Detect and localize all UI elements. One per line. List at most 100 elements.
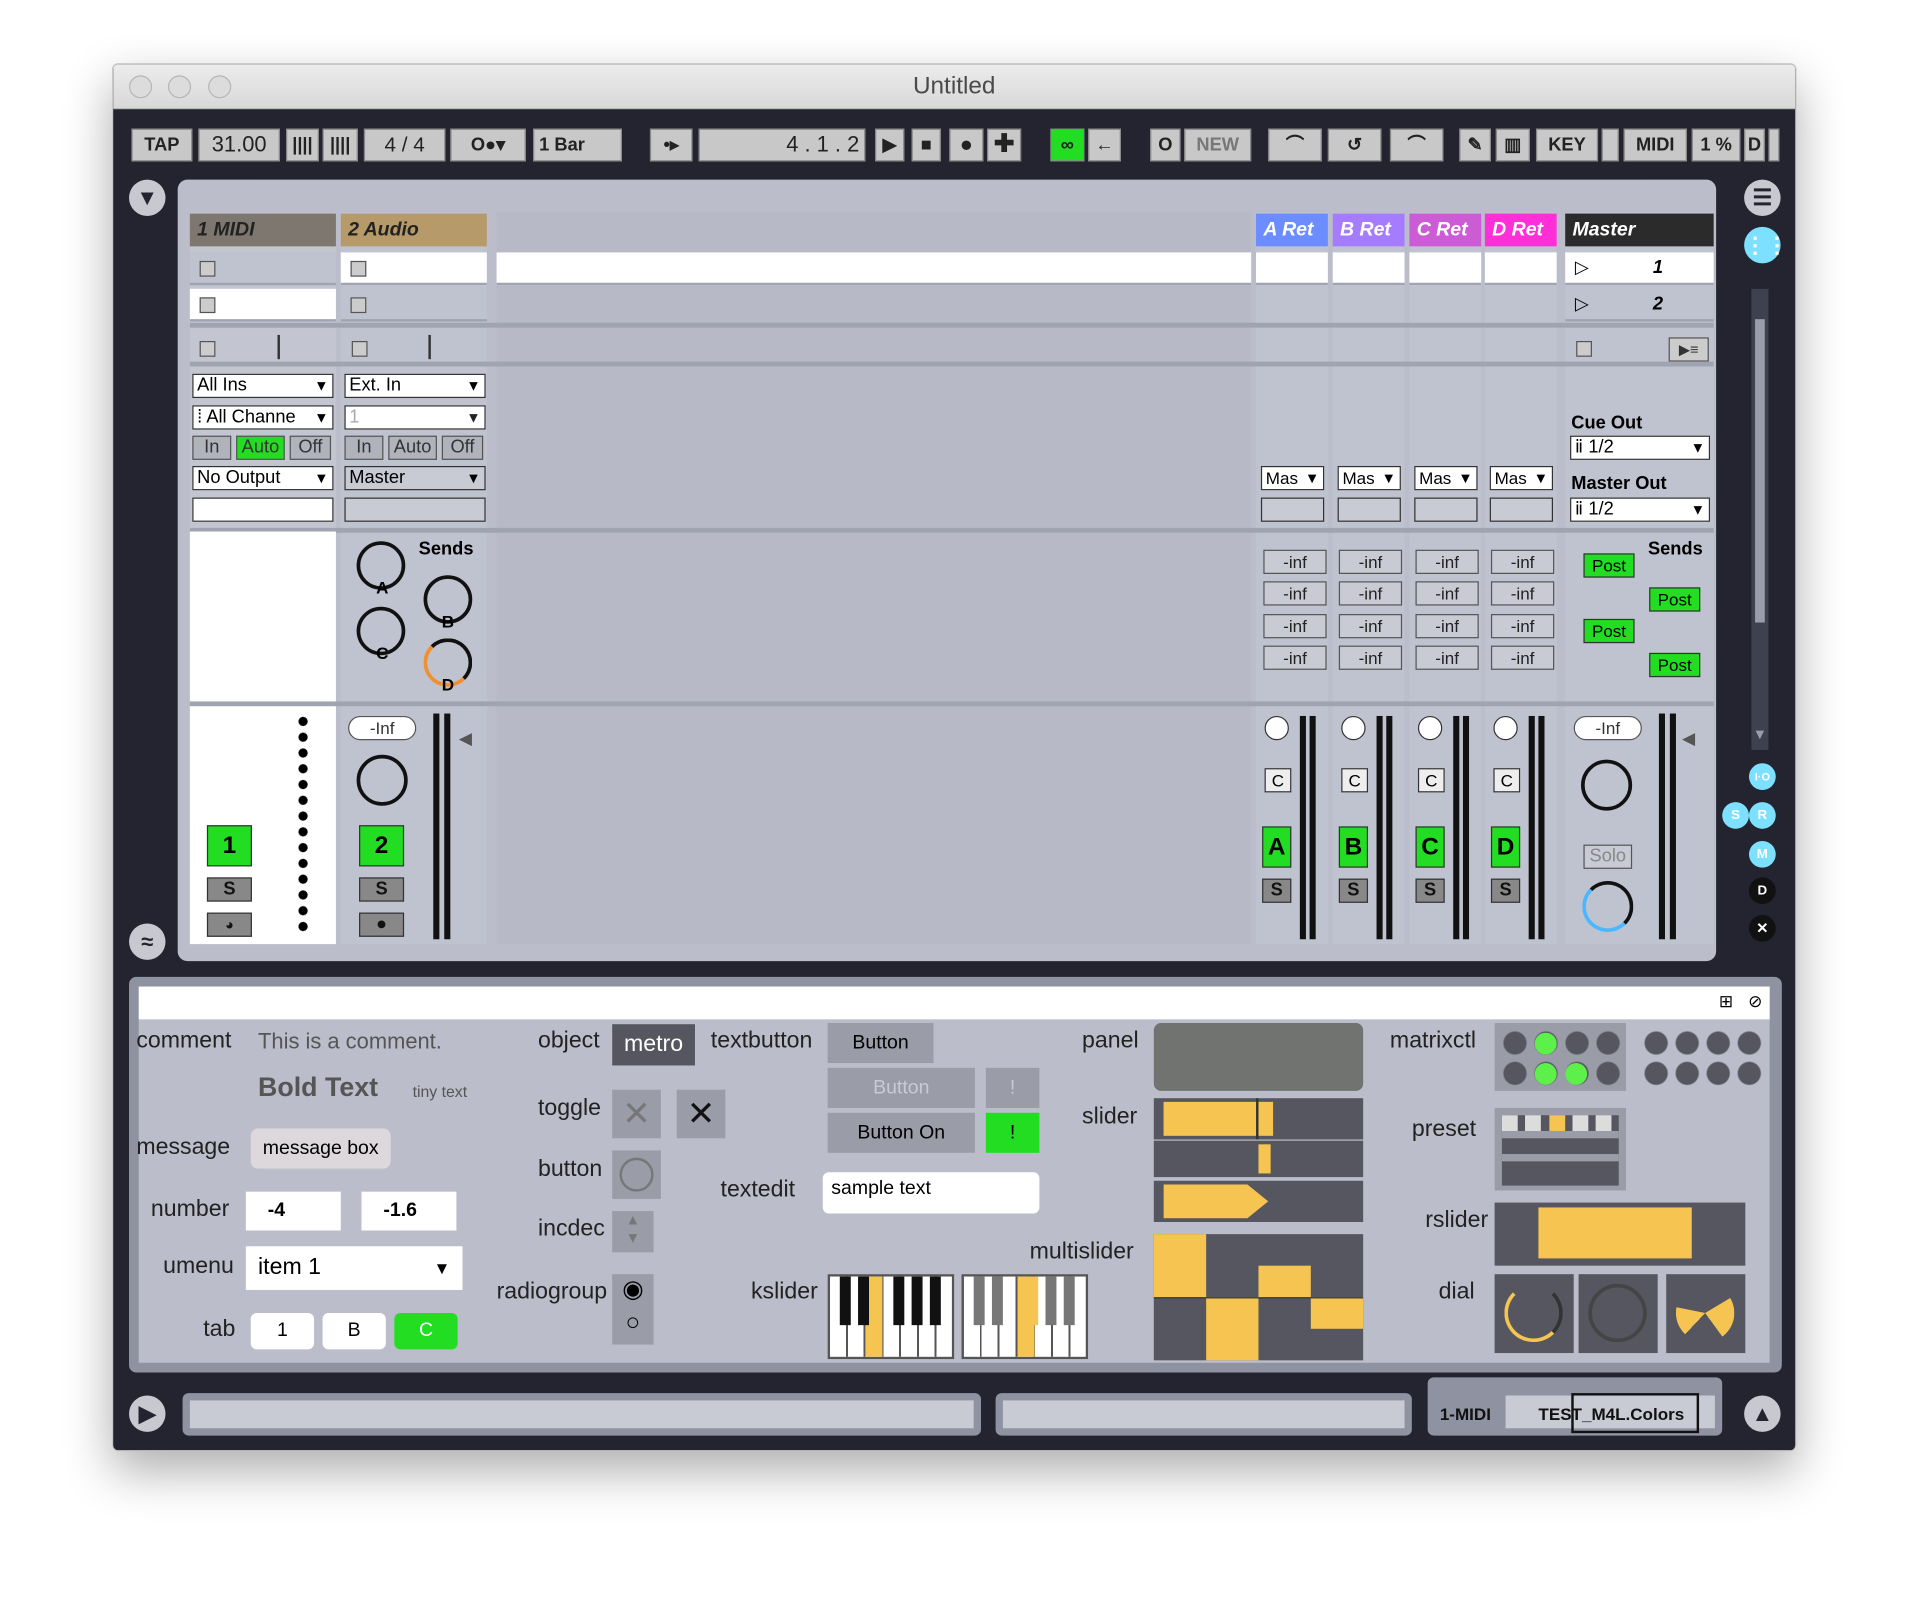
record-button[interactable]: ● — [949, 128, 984, 162]
solo-button[interactable]: S — [359, 877, 405, 902]
pan-knob[interactable] — [356, 754, 408, 806]
send-value[interactable]: -inf — [1263, 614, 1327, 639]
text-button[interactable]: Button — [827, 1022, 934, 1064]
mixer-toggle-icon[interactable]: M — [1748, 840, 1776, 868]
groove-icon[interactable]: ≈ — [129, 923, 166, 960]
crossfade-assign[interactable] — [1417, 715, 1443, 741]
input-type-menu[interactable]: Ext. In ▼ — [344, 373, 486, 399]
output-channel-field[interactable] — [344, 497, 486, 522]
slider-1[interactable] — [1153, 1098, 1364, 1140]
dial-1[interactable] — [1494, 1274, 1574, 1354]
track-title-return-b[interactable]: B Ret — [1332, 213, 1405, 247]
tab-b[interactable]: B — [322, 1313, 386, 1350]
return-c-activator[interactable]: C — [1415, 826, 1445, 868]
return-c-output-menu[interactable]: Mas ▼ — [1414, 465, 1478, 491]
clip-slot[interactable] — [1484, 252, 1557, 286]
text-button-small-on[interactable]: ! — [985, 1112, 1040, 1153]
master-fader-handle-icon[interactable]: ◀ — [1682, 728, 1695, 749]
arrangement-position[interactable]: 4 . 1 . 2 — [698, 128, 866, 162]
master-pan-knob[interactable] — [1581, 759, 1633, 811]
clip-slot[interactable] — [340, 288, 487, 322]
input-channel-menu[interactable]: 1 ▼ — [344, 405, 486, 430]
send-value[interactable]: -inf — [1338, 581, 1403, 606]
returns-toggle-icon[interactable]: R — [1748, 802, 1776, 829]
send-value[interactable]: -inf — [1263, 581, 1327, 606]
master-out-menu[interactable]: ⅱ 1/2 ▼ — [1570, 497, 1711, 522]
monitor-off-button[interactable]: Off — [441, 435, 484, 460]
master-volume-value[interactable]: -Inf — [1573, 715, 1642, 741]
stop-button[interactable]: ■ — [911, 128, 941, 162]
midi-map-button[interactable]: MIDI — [1623, 128, 1687, 162]
number-box[interactable]: -4 — [245, 1191, 341, 1231]
nudge-up-button[interactable]: |||| — [322, 128, 358, 162]
fader-handle-icon[interactable]: ◀ — [459, 728, 472, 749]
clip-slot[interactable] — [189, 288, 336, 322]
draw-mode-button[interactable]: ✎ — [1459, 128, 1491, 162]
radiogroup-control[interactable]: ◉ ○ — [612, 1274, 654, 1345]
overdub-button[interactable]: ✚ — [987, 128, 1022, 162]
crossfade-assign[interactable] — [1493, 715, 1518, 741]
preset-grid[interactable] — [1494, 1107, 1627, 1191]
send-value[interactable]: -inf — [1490, 614, 1555, 639]
monitor-auto-button[interactable]: Auto — [388, 435, 437, 460]
clip-slot[interactable] — [496, 252, 1252, 286]
return-d-activator[interactable]: D — [1490, 826, 1521, 868]
slider-3[interactable] — [1153, 1180, 1364, 1222]
keyboard-button[interactable]: ▥ — [1495, 128, 1530, 162]
solo-button[interactable]: S — [1490, 878, 1521, 903]
scrollbar-thumb[interactable] — [1755, 319, 1765, 623]
clip-slot[interactable] — [340, 252, 487, 286]
track-title-midi[interactable]: 1 MIDI — [189, 213, 336, 247]
play-button[interactable]: ▶ — [875, 128, 905, 162]
toggle-on[interactable]: ✕ — [676, 1089, 726, 1139]
clip-slot[interactable] — [1409, 252, 1482, 286]
return-output-field[interactable] — [1337, 497, 1401, 522]
volume-value[interactable]: -Inf — [348, 715, 417, 741]
bang-button[interactable] — [612, 1150, 661, 1199]
clip-slot[interactable] — [1256, 252, 1328, 286]
minimize-window-button[interactable] — [167, 75, 192, 99]
arm-button[interactable]: ● — [359, 912, 405, 937]
return-output-field[interactable] — [1414, 497, 1478, 522]
session-view-icon[interactable]: ⋮⋮⋮ — [1744, 226, 1795, 264]
zoom-window-button[interactable] — [208, 75, 232, 99]
solo-button[interactable]: S — [1262, 878, 1292, 903]
expand-detail-icon[interactable]: ▲ — [1744, 1395, 1781, 1432]
crossfader-toggle-icon[interactable]: ✕ — [1748, 914, 1776, 942]
new-button[interactable]: NEW — [1184, 128, 1252, 162]
rslider-object[interactable] — [1494, 1202, 1746, 1266]
cue-volume-knob[interactable] — [1582, 881, 1634, 932]
multislider-object[interactable] — [1153, 1234, 1364, 1361]
track-title-return-a[interactable]: A Ret — [1256, 213, 1328, 247]
disk-button[interactable]: D — [1744, 128, 1765, 162]
solo-button[interactable]: S — [206, 877, 252, 902]
send-value[interactable]: -inf — [1490, 549, 1555, 574]
matrixctl-2[interactable] — [1640, 1023, 1770, 1091]
toggle-off[interactable]: ✕ — [612, 1089, 661, 1139]
monitor-in-button[interactable]: In — [344, 435, 384, 460]
clip-slot[interactable] — [1332, 252, 1405, 286]
return-output-field[interactable] — [1489, 497, 1554, 522]
incdec-control[interactable]: ▲ ▼ — [612, 1211, 654, 1253]
arrangement-view-icon[interactable]: ☰ — [1744, 179, 1781, 217]
device-power-icon[interactable]: ⊘ — [1748, 991, 1762, 1012]
text-button-on[interactable]: Button On — [827, 1112, 975, 1153]
monitor-off-button[interactable]: Off — [289, 435, 332, 460]
delay-toggle-icon[interactable]: D — [1748, 877, 1776, 905]
slider-2[interactable] — [1153, 1140, 1364, 1178]
send-value[interactable]: -inf — [1415, 581, 1479, 606]
automation-arm-button[interactable]: ∞ — [1050, 128, 1085, 162]
crossfade-assign[interactable] — [1264, 715, 1289, 741]
punch-out-button[interactable]: ⌒ — [1389, 128, 1444, 162]
post-button[interactable]: Post — [1649, 587, 1701, 612]
clip-slot[interactable] — [189, 252, 336, 286]
dial-2[interactable] — [1578, 1274, 1658, 1354]
post-button[interactable]: Post — [1649, 652, 1701, 678]
return-d-output-menu[interactable]: Mas ▼ — [1489, 465, 1554, 491]
crossfade-assign[interactable] — [1341, 715, 1366, 741]
close-window-button[interactable] — [129, 75, 153, 99]
return-b-output-menu[interactable]: Mas ▼ — [1337, 465, 1401, 491]
post-button[interactable]: Post — [1583, 618, 1635, 644]
message-box[interactable]: message box — [250, 1128, 391, 1169]
dial-3[interactable] — [1666, 1274, 1746, 1354]
